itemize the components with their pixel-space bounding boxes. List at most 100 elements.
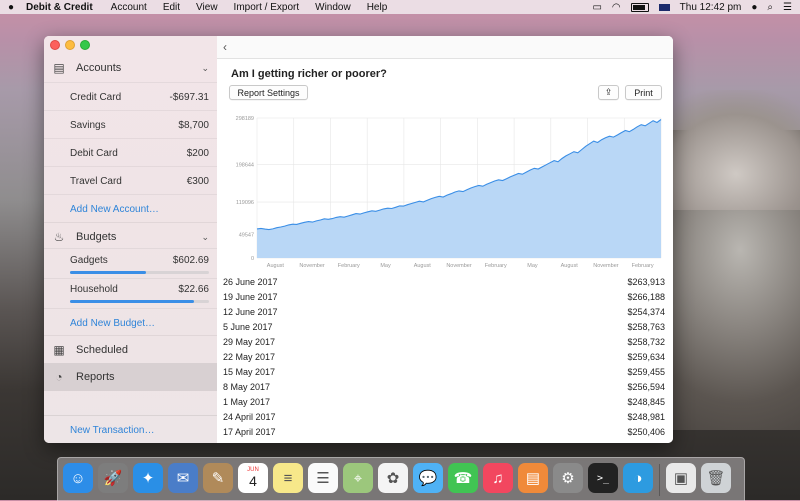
report-settings-button[interactable]: Report Settings [229,85,308,100]
user-icon[interactable]: ● [751,2,757,13]
budgets-section-header[interactable]: ♨ Budgets ⌄ [44,222,217,251]
dock-reminders-icon[interactable]: ☰ [308,463,338,493]
airplay-icon[interactable]: ▭ [592,2,601,13]
accounts-label: Accounts [76,62,122,74]
share-button[interactable]: ⇪ [598,85,619,100]
menu-window[interactable]: Window [307,2,359,13]
close-window-button[interactable] [50,40,60,50]
menu-import-export[interactable]: Import / Export [226,2,308,13]
dock-contacts-icon[interactable]: ✎ [203,463,233,493]
list-item-amount: $248,981 [627,411,665,422]
dock-messages-icon[interactable]: 💬 [413,463,443,493]
dock-maps-icon[interactable]: ⌖ [343,463,373,493]
add-new-account-label: Add New Account… [70,203,159,215]
chevron-down-icon[interactable]: ⌄ [201,232,209,243]
app-window: ▤ Accounts ⌄ Credit Card -$697.31 Saving… [44,36,673,443]
list-item[interactable]: 8 May 2017 $256,594 [217,379,673,394]
menu-edit[interactable]: Edit [155,2,188,13]
accounts-section-header[interactable]: ▤ Accounts ⌄ [44,54,217,82]
report-title: Am I getting richer or poorer? [231,68,387,80]
notification-center-icon[interactable]: ☰ [783,2,792,13]
chevron-down-icon[interactable]: ⌄ [201,63,209,74]
list-item-date: 17 April 2017 [223,426,276,437]
x-tick-label: May [380,263,391,269]
menu-view[interactable]: View [188,2,226,13]
dock-photos-icon[interactable]: ✿ [378,463,408,493]
report-data-list: 26 June 2017 $263,913 19 June 2017 $266,188… [217,274,673,439]
budget-remaining: $22.66 [178,284,209,295]
add-new-budget-link[interactable]: Add New Budget… [44,308,217,337]
account-balance: €300 [186,175,209,187]
sidebar-account-debit-card[interactable]: Debit Card $200 [44,138,217,167]
list-item-amount: $266,188 [627,291,665,302]
dock-notes-icon[interactable]: ≡ [273,463,303,493]
menu-account[interactable]: Account [103,2,155,13]
sidebar-budget-gadgets[interactable]: Gadgets $602.69 [44,248,217,279]
list-item-date: 5 June 2017 [223,321,273,332]
print-button[interactable]: Print [625,85,662,100]
list-item-date: 26 June 2017 [223,276,278,287]
dock-finder-icon[interactable]: ☺ [63,463,93,493]
dock-system-preferences-icon[interactable]: ⚙ [553,463,583,493]
add-new-account-link[interactable]: Add New Account… [44,194,217,223]
dock-downloads-icon[interactable]: ▣ [666,463,696,493]
list-item[interactable]: 12 June 2017 $254,374 [217,304,673,319]
app-menu[interactable]: Debit & Credit [22,2,103,13]
list-item[interactable]: 26 June 2017 $263,913 [217,274,673,289]
dock: ☺ 🚀 ✦ ✉ ✎ JUN 4 ≡ ☰ ⌖ ✿ 💬 ☎ ♫ ▤ ⚙ >_ ◑ ▣ 🗑 [57,457,745,501]
sidebar-account-travel-card[interactable]: Travel Card €300 [44,166,217,195]
account-balance: $200 [186,147,209,159]
dock-preview-icon[interactable]: ✉ [168,463,198,493]
sidebar-account-credit-card[interactable]: Credit Card -$697.31 [44,82,217,111]
dock-itunes-icon[interactable]: ♫ [483,463,513,493]
dock-debit-credit-icon[interactable]: ◑ [623,463,653,493]
sidebar: ▤ Accounts ⌄ Credit Card -$697.31 Saving… [44,36,217,443]
list-item[interactable]: 1 May 2017 $248,845 [217,394,673,409]
list-item[interactable]: 5 June 2017 $258,763 [217,319,673,334]
list-item[interactable]: 19 June 2017 $266,188 [217,289,673,304]
sidebar-item-reports[interactable]: ◔ Reports [44,363,217,391]
menu-help[interactable]: Help [359,2,396,13]
list-item-amount: $256,594 [627,381,665,392]
list-item[interactable]: 24 April 2017 $248,981 [217,409,673,424]
minimize-window-button[interactable] [65,40,75,50]
calendar-day: 4 [249,473,257,489]
battery-icon[interactable] [630,2,649,12]
list-item[interactable]: 29 May 2017 $258,732 [217,334,673,349]
dock-launchpad-icon[interactable]: 🚀 [98,463,128,493]
list-item-amount: $259,634 [627,351,665,362]
input-source-flag-icon[interactable] [658,3,670,11]
new-transaction-label: New Transaction… [70,424,155,436]
sidebar-account-savings[interactable]: Savings $8,700 [44,110,217,139]
apple-menu-icon[interactable]: ● [0,2,22,13]
budget-progress-fill [70,271,147,274]
dock-trash-icon[interactable]: 🗑 [701,463,731,493]
x-tick-label: August [267,263,285,269]
x-tick-label: August [414,263,432,269]
fullscreen-window-button[interactable] [80,40,90,50]
sidebar-budget-household[interactable]: Household $22.66 [44,278,217,309]
reports-pie-chart-icon: ◔ [55,370,63,384]
spotlight-search-icon[interactable]: ⌕ [767,2,773,13]
budget-name: Household [70,284,118,295]
list-item-amount: $250,406 [627,426,665,437]
sidebar-item-scheduled[interactable]: ▦ Scheduled [44,335,217,364]
back-chevron-icon[interactable]: ‹ [223,40,227,54]
new-transaction-link[interactable]: New Transaction… [44,415,217,443]
calendar-check-icon: ▦ [53,343,65,357]
budget-progress-bar [70,300,209,303]
list-item[interactable]: 15 May 2017 $259,455 [217,364,673,379]
dock-safari-icon[interactable]: ✦ [133,463,163,493]
budget-progress-bar [70,271,209,274]
list-item[interactable]: 17 April 2017 $250,406 [217,424,673,439]
list-item-amount: $263,913 [627,276,665,287]
dock-ibooks-icon[interactable]: ▤ [518,463,548,493]
wifi-icon[interactable]: ◠ [612,2,621,13]
dock-facetime-icon[interactable]: ☎ [448,463,478,493]
dock-terminal-icon[interactable]: >_ [588,463,618,493]
list-item[interactable]: 22 May 2017 $259,634 [217,349,673,364]
list-item-date: 12 June 2017 [223,306,278,317]
report-pane: ‹ Am I getting richer or poorer? Report … [217,36,673,443]
dock-calendar-icon[interactable]: JUN 4 [238,463,268,493]
menubar-clock[interactable]: Thu 12:42 pm [680,2,742,13]
